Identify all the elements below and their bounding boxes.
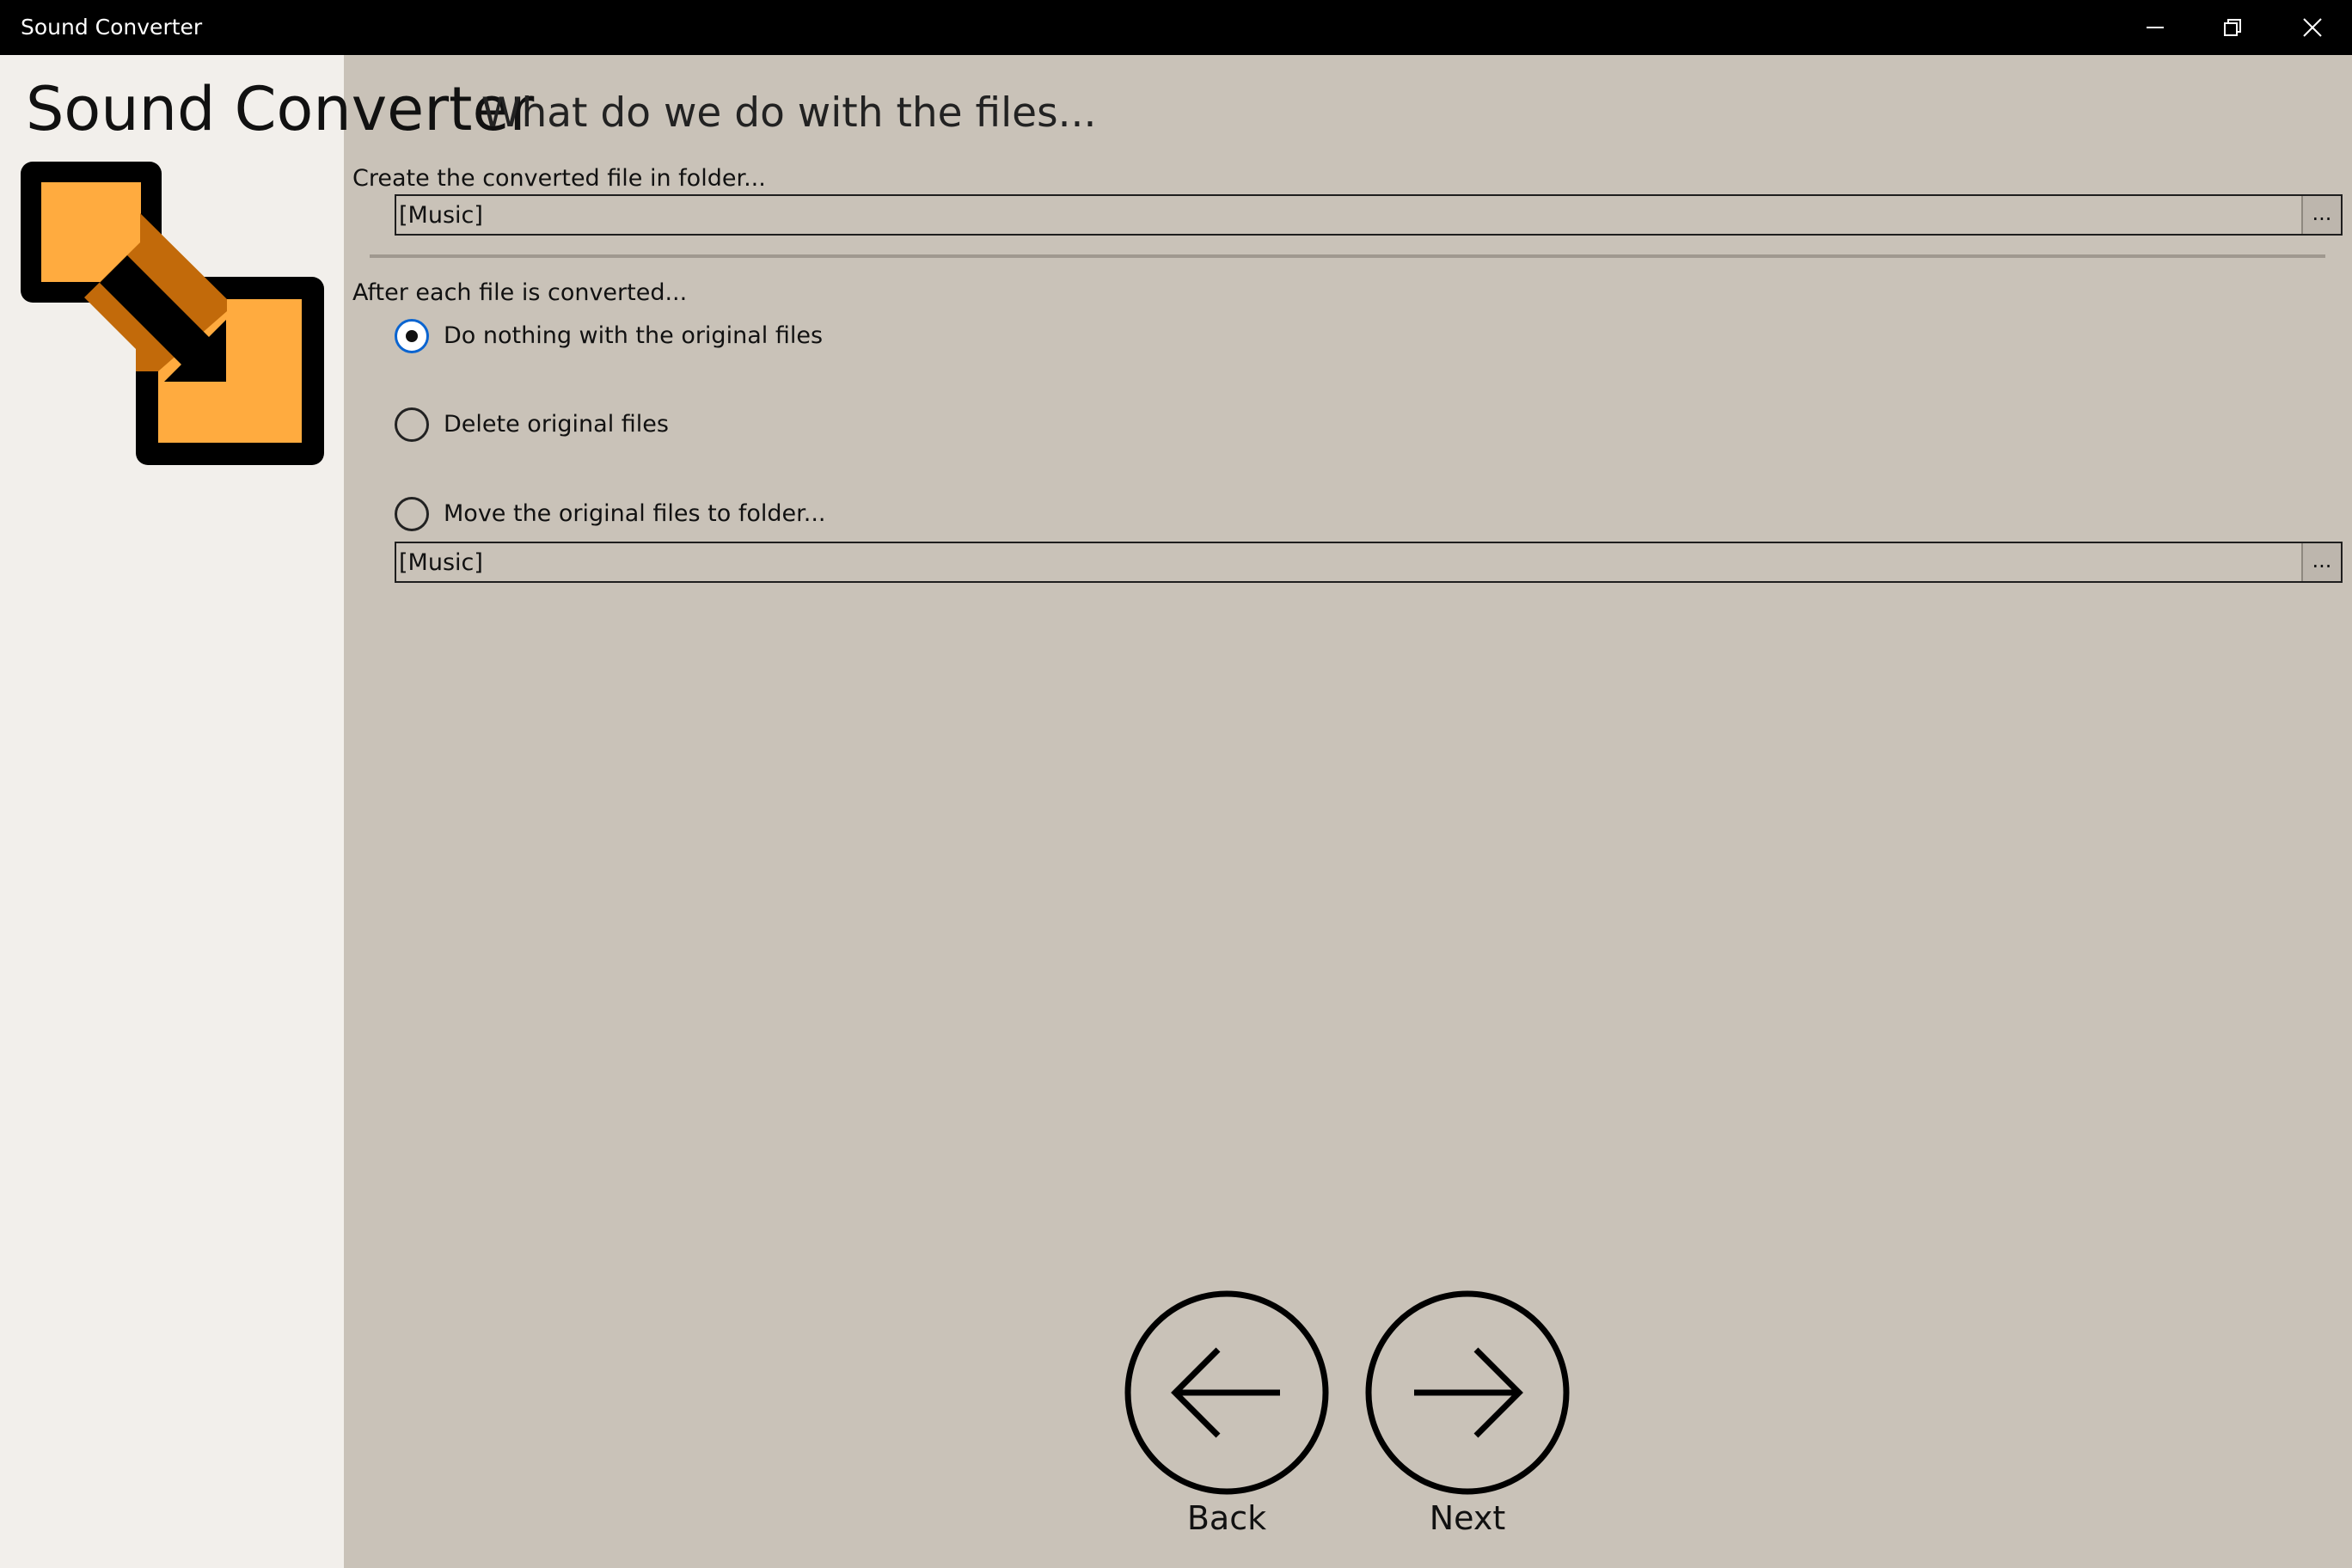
section-divider <box>370 254 2325 258</box>
radio-button[interactable] <box>395 407 429 442</box>
after-convert-label: After each file is converted... <box>352 279 688 306</box>
radio-button[interactable] <box>395 497 429 531</box>
arrow-right-icon <box>1365 1290 1570 1495</box>
window-title: Sound Converter <box>21 15 203 40</box>
arrow-left-icon <box>1124 1290 1329 1495</box>
radio-dot <box>406 330 418 342</box>
next-label: Next <box>1429 1499 1506 1537</box>
title-bar: Sound Converter <box>0 0 2352 55</box>
output-folder-browse-button[interactable]: ... <box>2301 196 2341 234</box>
radio-button-checked[interactable] <box>395 319 429 353</box>
radio-label: Move the original files to folder... <box>444 500 826 527</box>
back-button[interactable] <box>1124 1289 1330 1496</box>
convert-arrow-logo-icon <box>21 162 324 465</box>
move-folder-field: ... <box>395 542 2343 583</box>
output-folder-field: ... <box>395 194 2343 236</box>
page-subtitle: What do we do with the files... <box>481 89 1097 137</box>
output-folder-input[interactable] <box>396 196 2299 234</box>
output-folder-label: Create the converted file in folder... <box>352 165 766 192</box>
radio-label: Delete original files <box>444 411 669 438</box>
next-button[interactable] <box>1364 1289 1571 1496</box>
move-folder-browse-button[interactable]: ... <box>2301 543 2341 581</box>
app-heading: Sound Converter <box>26 74 535 144</box>
close-button[interactable] <box>2273 0 2350 55</box>
minimize-icon <box>2147 27 2164 28</box>
radio-label: Do nothing with the original files <box>444 322 824 349</box>
move-folder-input[interactable] <box>396 543 2299 581</box>
restore-icon <box>2224 19 2241 36</box>
restore-button[interactable] <box>2194 0 2271 55</box>
minimize-button[interactable] <box>2116 0 2193 55</box>
close-icon <box>2303 18 2322 37</box>
back-label: Back <box>1186 1499 1267 1537</box>
